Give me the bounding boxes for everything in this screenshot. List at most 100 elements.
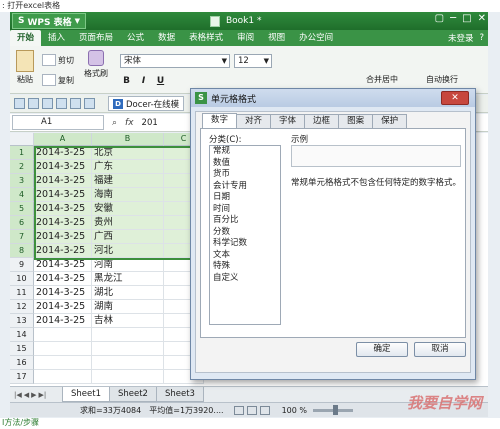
merge-center-button[interactable]: 合并居中 — [366, 74, 398, 85]
row-header[interactable]: 3 — [10, 174, 34, 188]
tab-page-layout[interactable]: 页面布局 — [72, 30, 120, 46]
tab-alignment[interactable]: 对齐 — [236, 114, 272, 128]
row-header[interactable]: 17 — [10, 370, 34, 384]
document-tab[interactable]: Book1 * — [210, 13, 262, 29]
row-header[interactable]: 10 — [10, 272, 34, 286]
category-item[interactable]: 特殊 — [210, 261, 280, 273]
row-header[interactable]: 11 — [10, 286, 34, 300]
cell-date[interactable]: 2014-3-25 — [34, 188, 92, 202]
cell-region[interactable]: 海南 — [92, 188, 164, 202]
login-link[interactable]: 未登录 — [448, 32, 474, 44]
cell-date[interactable]: 2014-3-25 — [34, 230, 92, 244]
tab-border[interactable]: 边框 — [304, 114, 340, 128]
row-header[interactable]: 16 — [10, 356, 34, 370]
column-header-a[interactable]: A — [34, 133, 92, 146]
tab-protection[interactable]: 保护 — [372, 114, 408, 128]
category-item[interactable]: 日期 — [210, 192, 280, 204]
wps-app-menu-button[interactable]: S WPS 表格 ▼ — [12, 13, 87, 29]
cell-date[interactable]: 2014-3-25 — [34, 202, 92, 216]
cell-date[interactable]: 2014-3-25 — [34, 286, 92, 300]
help-icon[interactable]: ? — [479, 33, 484, 43]
sheet-tab-3[interactable]: Sheet3 — [155, 387, 204, 402]
category-item[interactable]: 分数 — [210, 227, 280, 239]
cell-date[interactable]: 2014-3-25 — [34, 244, 92, 258]
cell-region[interactable]: 广东 — [92, 160, 164, 174]
fx-icon[interactable]: fx — [125, 118, 134, 128]
category-item[interactable]: 文本 — [210, 250, 280, 262]
cell-region[interactable]: 福建 — [92, 174, 164, 188]
cell-date[interactable] — [34, 328, 92, 342]
row-header[interactable]: 5 — [10, 202, 34, 216]
restore-icon[interactable]: ▢ — [435, 13, 444, 24]
font-name-select[interactable]: 宋体 ▼ — [120, 54, 230, 68]
minimize-icon[interactable]: ─ — [450, 13, 456, 24]
category-item[interactable]: 百分比 — [210, 215, 280, 227]
cancel-button[interactable]: 取消 — [414, 342, 466, 357]
formula-input[interactable]: 201 — [142, 118, 158, 128]
cell-region[interactable]: 河南 — [92, 258, 164, 272]
normal-view-icon[interactable] — [233, 405, 244, 415]
search-icon[interactable]: ⌕ — [112, 118, 117, 128]
font-size-select[interactable]: 12 ▼ — [234, 54, 272, 68]
ok-button[interactable]: 确定 — [356, 342, 408, 357]
row-header[interactable]: 6 — [10, 216, 34, 230]
redo-icon[interactable] — [84, 98, 95, 109]
sheet-tab-2[interactable]: Sheet2 — [108, 387, 157, 402]
next-sheet-icon[interactable]: ▶ — [31, 391, 36, 399]
zoom-slider[interactable] — [313, 404, 353, 415]
first-sheet-icon[interactable]: |◀ — [14, 391, 22, 399]
cell-region[interactable]: 贵州 — [92, 216, 164, 230]
zoom-slider-knob[interactable] — [333, 404, 338, 415]
row-header[interactable]: 1 — [10, 146, 34, 160]
cell-date[interactable] — [34, 342, 92, 356]
cell-region[interactable]: 湖北 — [92, 286, 164, 300]
row-header[interactable]: 15 — [10, 342, 34, 356]
cell-date[interactable]: 2014-3-25 — [34, 146, 92, 160]
cell-region[interactable] — [92, 328, 164, 342]
tab-home[interactable]: 开始 — [10, 30, 42, 46]
cell-region[interactable]: 广西 — [92, 230, 164, 244]
cell-date[interactable] — [34, 370, 92, 384]
row-header[interactable]: 14 — [10, 328, 34, 342]
undo-icon[interactable] — [70, 98, 81, 109]
bold-button[interactable]: B — [120, 74, 133, 87]
row-header[interactable]: 4 — [10, 188, 34, 202]
tab-table-style[interactable]: 表格样式 — [182, 30, 230, 46]
page-break-view-icon[interactable] — [259, 405, 270, 415]
sheet-tab-1[interactable]: Sheet1 — [62, 387, 110, 402]
tab-insert[interactable]: 插入 — [41, 30, 72, 46]
category-item[interactable]: 数值 — [210, 158, 280, 170]
category-item[interactable]: 自定义 — [210, 273, 280, 285]
format-painter-button[interactable]: 格式刷 — [84, 50, 108, 79]
category-item[interactable]: 常规 — [210, 146, 280, 158]
close-icon[interactable]: ✕ — [478, 13, 486, 24]
save-icon[interactable] — [14, 98, 25, 109]
cell-date[interactable]: 2014-3-25 — [34, 300, 92, 314]
tab-data[interactable]: 数据 — [151, 30, 182, 46]
docer-online-tab[interactable]: D Docer-在线模 — [108, 96, 185, 111]
tab-view[interactable]: 视图 — [261, 30, 292, 46]
tab-pattern[interactable]: 图案 — [338, 114, 374, 128]
cell-date[interactable]: 2014-3-25 — [34, 174, 92, 188]
cell-region[interactable] — [92, 342, 164, 356]
print-icon[interactable] — [42, 98, 53, 109]
preview-icon[interactable] — [56, 98, 67, 109]
row-header[interactable]: 7 — [10, 230, 34, 244]
italic-button[interactable]: I — [137, 74, 150, 87]
category-item[interactable]: 货币 — [210, 169, 280, 181]
cell-region[interactable]: 湖南 — [92, 300, 164, 314]
tab-review[interactable]: 审阅 — [230, 30, 261, 46]
row-header[interactable]: 13 — [10, 314, 34, 328]
tab-number[interactable]: 数字 — [202, 113, 238, 128]
paste-button[interactable]: 粘贴 — [16, 50, 34, 85]
page-layout-view-icon[interactable] — [246, 405, 257, 415]
maximize-icon[interactable]: □ — [462, 13, 471, 24]
cell-region[interactable]: 安徽 — [92, 202, 164, 216]
column-header-b[interactable]: B — [92, 133, 164, 146]
category-item[interactable]: 科学记数 — [210, 238, 280, 250]
cell-date[interactable]: 2014-3-25 — [34, 272, 92, 286]
cell-region[interactable]: 河北 — [92, 244, 164, 258]
cell-region[interactable]: 吉林 — [92, 314, 164, 328]
cell-date[interactable] — [34, 356, 92, 370]
category-item[interactable]: 时间 — [210, 204, 280, 216]
